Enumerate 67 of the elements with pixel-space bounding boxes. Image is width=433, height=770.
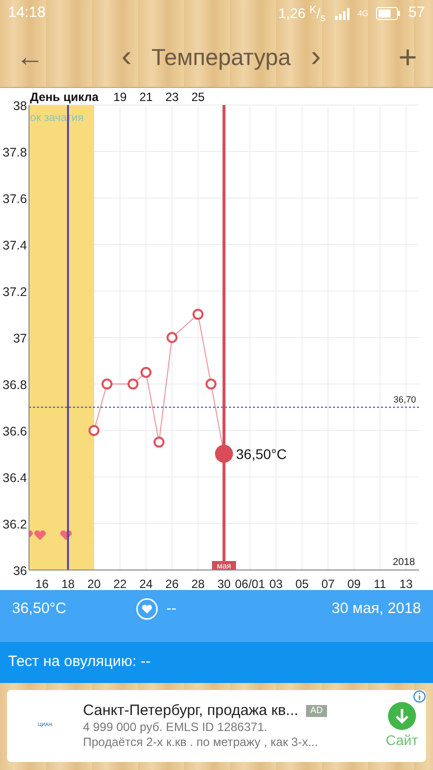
cycle-day-label: 23 [165, 90, 179, 104]
ad-title: Санкт-Петербург, продажа кв... [83, 702, 298, 720]
cycle-day-label: 19 [113, 90, 127, 104]
selected-reading: 36,50°C [236, 446, 287, 462]
x-axis-label: 24 [139, 577, 153, 590]
site-button[interactable]: Сайт [386, 730, 418, 750]
y-axis-label: 36 [13, 564, 27, 578]
previous-button[interactable]: ‹ [122, 42, 132, 72]
temperature-point [102, 378, 112, 390]
y-axis-label: 37.4 [2, 238, 27, 252]
year-label: 2018 [392, 557, 415, 568]
temperature-point [206, 378, 216, 390]
cycle-day-label: 25 [191, 90, 205, 104]
x-axis-label: 07 [321, 577, 335, 590]
average-label: 36,70 [393, 394, 416, 404]
temperature-point [128, 378, 138, 390]
x-axis-label: 22 [113, 577, 127, 590]
battery-icon [376, 7, 400, 20]
y-axis-label: 36.8 [2, 378, 27, 392]
y-axis-label: 37.6 [2, 192, 27, 206]
x-axis-label: 28 [191, 577, 205, 590]
x-axis-label: 20 [87, 577, 101, 590]
add-button[interactable]: + [398, 41, 417, 73]
x-axis-label: 03 [269, 577, 283, 590]
x-axis-label: 18 [61, 577, 75, 590]
annotation: мая [216, 562, 232, 570]
ovulation-test: Тест на овуляцию: -- [8, 652, 151, 672]
temperature-point [88, 425, 100, 436]
ad-badge: AD [306, 705, 327, 717]
y-axis-label: 38 [13, 99, 27, 113]
ad-description: 4 999 000 руб. EMLS ID 1286371. [83, 720, 268, 736]
intercourse-value: -- [166, 599, 176, 619]
battery-percent: 57 [408, 3, 425, 24]
temperature-point [154, 436, 164, 448]
status-time: 14:18 [8, 3, 46, 24]
x-axis-label: 26 [165, 577, 179, 590]
selected-point [215, 444, 233, 463]
temperature-value: 36,50°C [12, 599, 66, 619]
network-type: 4G [358, 10, 368, 18]
y-axis-label: 36.2 [2, 518, 27, 532]
page-title: Температура [152, 42, 291, 72]
ad-description: Продаётся 2-х к.кв . по метражу , как 3-х... [83, 735, 319, 750]
date-label: 30 мая, 2018 [332, 599, 421, 619]
y-axis-label: 37.2 [2, 285, 27, 299]
network-speed: 1,26 $^{K}$/$_{s}$ [278, 3, 326, 24]
y-axis-label: 36.6 [2, 424, 27, 438]
x-axis-label: 13 [399, 577, 413, 590]
download-icon[interactable] [388, 702, 416, 730]
y-axis-label: 37 [13, 332, 27, 346]
signal-icon [334, 8, 350, 20]
info-icon[interactable] [413, 690, 426, 703]
x-axis-label: 06/01 [234, 577, 266, 590]
cycle-axis-title: День цикла [30, 90, 99, 104]
temperature-point [192, 308, 204, 320]
y-axis-label: 36.4 [2, 471, 27, 485]
x-axis-label: 05 [295, 577, 309, 590]
temperature-point [140, 366, 152, 378]
x-axis-label: 16 [35, 577, 49, 590]
x-axis-label: 11 [374, 577, 386, 590]
y-axis-label: 37.8 [2, 146, 27, 160]
next-button[interactable]: › [310, 42, 321, 72]
back-button[interactable]: ← [16, 43, 44, 71]
temperature-point [166, 332, 178, 343]
x-axis-label: 09 [347, 577, 361, 590]
month-tag: мая [212, 561, 236, 570]
cycle-day-label: 21 [139, 90, 153, 104]
x-axis-label: 30 [217, 577, 231, 590]
